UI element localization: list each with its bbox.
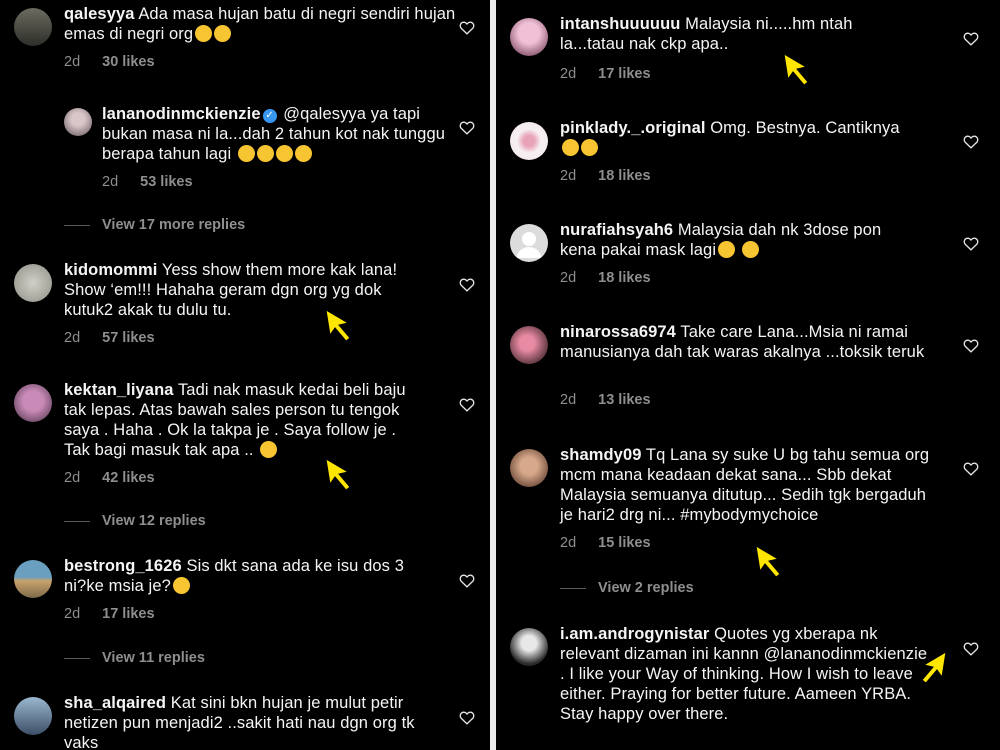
view-replies-button[interactable]: View 12 replies bbox=[64, 513, 206, 529]
comment-meta: 2d 18 likes bbox=[560, 168, 651, 184]
avatar[interactable] bbox=[14, 8, 52, 46]
like-heart-icon[interactable] bbox=[459, 20, 475, 35]
comment-meta: 2d 15 likes bbox=[560, 535, 651, 551]
laugh-cry-emoji bbox=[214, 25, 232, 42]
username[interactable]: shamdy09 bbox=[560, 446, 642, 464]
comment-meta: 2d 18 likes bbox=[560, 270, 651, 286]
avatar[interactable] bbox=[14, 560, 52, 598]
view-replies-button[interactable]: View 2 replies bbox=[560, 580, 694, 596]
avatar[interactable] bbox=[64, 108, 92, 136]
laugh-cry-emoji bbox=[195, 25, 213, 42]
username[interactable]: qalesyya bbox=[64, 5, 135, 23]
username[interactable]: bestrong_1626 bbox=[64, 557, 182, 575]
username[interactable]: lananodinmckienzie bbox=[102, 105, 261, 123]
replies-line bbox=[560, 587, 586, 589]
comment-meta: 2d 30 likes bbox=[64, 54, 155, 70]
laugh-cry-emoji bbox=[256, 145, 274, 162]
avatar[interactable] bbox=[14, 264, 52, 302]
like-heart-icon[interactable] bbox=[963, 31, 979, 46]
comment-text: nurafiahsyah6 Malaysia dah nk 3dose pon … bbox=[560, 221, 882, 259]
like-heart-icon[interactable] bbox=[963, 134, 979, 149]
like-heart-icon[interactable] bbox=[963, 641, 979, 656]
comment-meta: 2d 17 likes bbox=[64, 606, 155, 622]
view-replies-button[interactable]: View 11 replies bbox=[64, 650, 205, 666]
avatar[interactable] bbox=[14, 384, 52, 422]
comment-text: shamdy09 Tq Lana sy suke U bg tahu semua… bbox=[560, 446, 930, 524]
comment-meta: 2d 17 likes bbox=[560, 66, 651, 82]
heart-eyes-emoji bbox=[562, 139, 579, 156]
replies-line bbox=[64, 520, 90, 522]
heart-eyes-emoji bbox=[581, 139, 598, 156]
replies-line bbox=[64, 224, 90, 226]
username[interactable]: nurafiahsyah6 bbox=[560, 221, 673, 239]
comment-text: pinklady._.original Omg. Bestnya. Cantik… bbox=[560, 118, 960, 158]
like-heart-icon[interactable] bbox=[963, 461, 979, 476]
username[interactable]: intanshuuuuuu bbox=[560, 15, 680, 33]
comments-panel-right: intanshuuuuuu Malaysia ni.....hm ntah la… bbox=[496, 0, 1000, 750]
avatar[interactable] bbox=[510, 122, 548, 160]
default-avatar-icon bbox=[516, 232, 542, 258]
view-replies-button[interactable]: View 17 more replies bbox=[64, 217, 245, 233]
comment-meta: 2d 53 likes bbox=[102, 174, 193, 190]
comments-panel-left: qalesyya Ada masa hujan batu di negri se… bbox=[0, 0, 490, 750]
avatar[interactable] bbox=[510, 18, 548, 56]
username[interactable]: ninarossa6974 bbox=[560, 323, 676, 341]
username[interactable]: kidomommi bbox=[64, 261, 158, 279]
laugh-cry-emoji bbox=[294, 145, 312, 162]
comment-text: kidomommi Yess show them more kak lana! … bbox=[64, 261, 398, 319]
mention-link[interactable]: @qalesyya bbox=[283, 105, 366, 123]
laugh-cry-emoji bbox=[237, 145, 255, 162]
comment-text: bestrong_1626 Sis dkt sana ada ke isu do… bbox=[64, 557, 404, 595]
comment-text: lananodinmckienzie ✓ @qalesyya ya tapi bu… bbox=[102, 105, 445, 163]
comment-text: kektan_liyana Tadi nak masuk kedai beli … bbox=[64, 381, 406, 459]
comment-text: qalesyya Ada masa hujan batu di negri se… bbox=[64, 5, 456, 43]
like-heart-icon[interactable] bbox=[459, 277, 475, 292]
comment-meta: 2d 57 likes bbox=[64, 330, 155, 346]
annotation-arrow-icon bbox=[755, 545, 781, 578]
verified-badge-icon: ✓ bbox=[262, 109, 277, 123]
comment-meta: 2d 42 likes bbox=[64, 470, 155, 486]
annotation-arrow-icon bbox=[325, 458, 351, 491]
shush-emoji bbox=[260, 441, 278, 458]
like-heart-icon[interactable] bbox=[963, 236, 979, 251]
like-heart-icon[interactable] bbox=[963, 338, 979, 353]
replies-line bbox=[64, 657, 90, 659]
rofl-emoji bbox=[718, 241, 736, 258]
annotation-arrow-icon bbox=[325, 309, 351, 342]
avatar[interactable] bbox=[510, 449, 548, 487]
annotation-arrow-icon bbox=[921, 651, 947, 684]
username[interactable]: i.am.androgynistar bbox=[560, 625, 709, 643]
username[interactable]: sha_alqaired bbox=[64, 694, 166, 712]
like-heart-icon[interactable] bbox=[459, 120, 475, 135]
like-heart-icon[interactable] bbox=[459, 710, 475, 725]
annotation-arrow-icon bbox=[783, 53, 809, 86]
avatar[interactable] bbox=[510, 224, 548, 262]
laugh-cry-emoji bbox=[275, 145, 293, 162]
avatar[interactable] bbox=[510, 628, 548, 666]
sad-emoji bbox=[172, 577, 190, 594]
comment-text: sha_alqaired Kat sini bkn hujan je mulut… bbox=[64, 694, 415, 750]
rofl-emoji bbox=[741, 241, 759, 258]
comment-text: i.am.androgynistar Quotes yg xberapa nk … bbox=[560, 625, 928, 723]
comment-text: intanshuuuuuu Malaysia ni.....hm ntah la… bbox=[560, 15, 853, 53]
like-heart-icon[interactable] bbox=[459, 573, 475, 588]
like-heart-icon[interactable] bbox=[459, 397, 475, 412]
avatar[interactable] bbox=[14, 697, 52, 735]
avatar[interactable] bbox=[510, 326, 548, 364]
comment-meta: 2d 13 likes bbox=[560, 392, 651, 408]
username[interactable]: kektan_liyana bbox=[64, 381, 174, 399]
username[interactable]: pinklady._.original bbox=[560, 119, 706, 137]
comment-text: ninarossa6974 Take care Lana...Msia ni r… bbox=[560, 323, 925, 361]
